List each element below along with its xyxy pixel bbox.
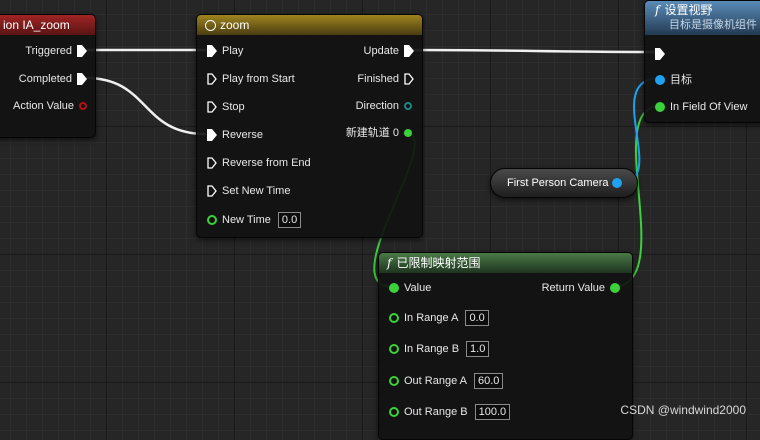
field-of-view-pin-row[interactable]: In Field Of View (655, 99, 752, 115)
in-range-b-label: In Range B (404, 343, 460, 355)
reverse-exec-pin[interactable] (207, 129, 217, 141)
set-fov-header: f 设置视野 目标是摄像机组件 (645, 1, 760, 35)
finished-label: Finished (357, 73, 399, 85)
track-pin-row[interactable]: 新建轨道 0 (341, 125, 412, 141)
set-fov-exec-in-row[interactable] (655, 46, 665, 62)
event-node-title: ion IA_zoom (3, 18, 70, 32)
in-range-a-pin-row[interactable]: In Range A 0.0 (389, 310, 489, 326)
stop-label: Stop (222, 101, 245, 113)
value-pin-row[interactable]: Value (389, 280, 436, 296)
map-range-header: f 已限制映射范围 (379, 253, 632, 273)
in-range-b-pin[interactable] (389, 344, 399, 354)
play-from-start-pin-row[interactable]: Play from Start (207, 71, 300, 87)
new-time-input[interactable]: 0.0 (277, 212, 302, 228)
reverse-pin-row[interactable]: Reverse (207, 127, 268, 143)
direction-label: Direction (355, 100, 399, 112)
completed-exec-pin[interactable] (77, 73, 87, 85)
set-fov-subtitle: 目标是摄像机组件 (669, 19, 757, 31)
set-fov-title: 设置视野 (664, 3, 713, 17)
out-range-b-label: Out Range B (404, 406, 468, 418)
map-range-clamped-node[interactable]: f 已限制映射范围 Value Return Value In Range A 0… (378, 252, 633, 440)
direction-pin[interactable] (404, 102, 412, 110)
in-range-a-input[interactable]: 0.0 (465, 310, 489, 326)
reverse-from-end-label: Reverse from End (222, 157, 311, 169)
set-new-time-pin-row[interactable]: Set New Time (207, 183, 295, 199)
return-value-pin[interactable] (610, 283, 620, 293)
new-time-label: New Time (222, 214, 271, 226)
finished-pin-row[interactable]: Finished (352, 71, 414, 87)
set-fov-exec-pin[interactable] (655, 48, 665, 60)
play-pin-row[interactable]: Play (207, 43, 248, 59)
triggered-label: Triggered (25, 45, 72, 57)
out-range-a-label: Out Range A (404, 375, 467, 387)
exec-wire-completed-reverse (85, 76, 207, 136)
camera-label: First Person Camera (507, 177, 609, 189)
direction-pin-row[interactable]: Direction (351, 98, 412, 114)
action-value-label: Action Value (13, 100, 74, 112)
timeline-node[interactable]: zoom Play Play from Start Stop Reverse R… (196, 14, 423, 238)
set-new-time-label: Set New Time (222, 185, 291, 197)
watermark: CSDN @windwind2000 (620, 403, 746, 417)
clock-icon (205, 20, 216, 31)
value-label: Value (404, 282, 432, 294)
action-value-pin[interactable] (79, 102, 87, 110)
set-new-time-exec-pin[interactable] (207, 185, 217, 197)
out-range-b-input[interactable]: 100.0 (474, 404, 511, 420)
out-range-b-pin[interactable] (389, 407, 399, 417)
map-range-title: 已限制映射范围 (396, 256, 481, 270)
timeline-node-header: zoom (197, 15, 422, 35)
value-pin[interactable] (389, 283, 399, 293)
target-label: 目标 (670, 74, 692, 86)
in-range-a-label: In Range A (404, 312, 459, 324)
new-time-pin[interactable] (207, 215, 217, 225)
triggered-pin-row[interactable]: Triggered (20, 43, 87, 59)
target-pin-row[interactable]: 目标 (655, 72, 697, 88)
field-of-view-pin[interactable] (655, 102, 665, 112)
out-range-b-pin-row[interactable]: Out Range B 100.0 (389, 404, 511, 420)
timeline-node-title: zoom (220, 18, 250, 32)
function-icon: f (655, 3, 660, 17)
track-label: 新建轨道 0 (345, 127, 399, 139)
update-label: Update (363, 45, 399, 57)
return-value-pin-row[interactable]: Return Value (537, 280, 620, 296)
exec-wire-update-setfov (407, 48, 659, 54)
event-node-header: ion IA_zoom (0, 15, 95, 35)
reverse-label: Reverse (222, 129, 263, 141)
track-pin[interactable] (404, 129, 412, 137)
camera-output-pin[interactable] (612, 178, 623, 188)
out-range-a-pin[interactable] (389, 376, 399, 386)
triggered-exec-pin[interactable] (77, 45, 87, 57)
play-label: Play (222, 45, 244, 57)
reverse-from-end-pin-row[interactable]: Reverse from End (207, 155, 316, 171)
play-from-start-exec-pin[interactable] (207, 73, 217, 85)
completed-label: Completed (18, 73, 72, 85)
return-value-label: Return Value (541, 282, 605, 294)
reverse-from-end-exec-pin[interactable] (207, 157, 217, 169)
update-exec-pin[interactable] (404, 45, 414, 57)
play-from-start-label: Play from Start (222, 73, 295, 85)
in-range-b-input[interactable]: 1.0 (466, 341, 490, 357)
finished-exec-pin[interactable] (404, 73, 414, 85)
target-pin[interactable] (655, 75, 665, 85)
enhanced-input-event-node[interactable]: ion IA_zoom Triggered Completed Action V… (0, 14, 96, 138)
play-exec-pin[interactable] (207, 45, 217, 57)
field-of-view-label: In Field Of View (670, 101, 748, 113)
new-time-pin-row[interactable]: New Time 0.0 (207, 212, 302, 228)
first-person-camera-node[interactable]: First Person Camera (490, 168, 638, 198)
action-value-pin-row[interactable]: Action Value (8, 98, 87, 114)
out-range-a-input[interactable]: 60.0 (474, 373, 504, 389)
out-range-a-pin-row[interactable]: Out Range A 60.0 (389, 373, 504, 389)
stop-exec-pin[interactable] (207, 101, 217, 113)
completed-pin-row[interactable]: Completed (14, 71, 87, 87)
function-icon: f (387, 256, 392, 270)
in-range-b-pin-row[interactable]: In Range B 1.0 (389, 341, 490, 357)
update-pin-row[interactable]: Update (359, 43, 414, 59)
in-range-a-pin[interactable] (389, 313, 399, 323)
set-field-of-view-node[interactable]: f 设置视野 目标是摄像机组件 目标 In Field Of View (644, 0, 760, 123)
stop-pin-row[interactable]: Stop (207, 99, 250, 115)
